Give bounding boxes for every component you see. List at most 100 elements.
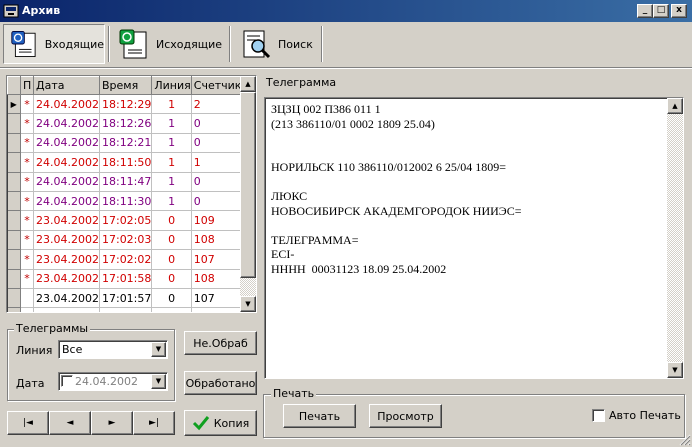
row-indicator[interactable]	[7, 230, 21, 251]
scroll-down-icon[interactable]: ▼	[240, 296, 256, 312]
column-header-counter[interactable]: Счетчик	[190, 76, 243, 95]
row-indicator[interactable]	[7, 210, 21, 231]
minimize-button[interactable]: _	[637, 4, 653, 18]
table-row[interactable]: * 23.04.2002 17:02:05 0 109	[7, 210, 243, 231]
column-header-line[interactable]: Линия	[151, 76, 192, 95]
scroll-thumb[interactable]	[240, 92, 256, 278]
nav-prev-button[interactable]: ◄	[49, 411, 91, 435]
date-cell: 24.04.2002	[33, 113, 100, 134]
nav-next-button[interactable]: ►	[91, 411, 133, 435]
nav-last-button[interactable]: ►|	[133, 411, 175, 435]
date-cell: 24.04.2002	[33, 172, 100, 192]
calendar-dropdown-icon[interactable]: ▼	[151, 374, 166, 389]
processed-button[interactable]: Обработано	[184, 371, 257, 395]
counter-cell: 0	[191, 113, 243, 134]
row-indicator[interactable]	[7, 113, 21, 134]
close-icon: x	[676, 5, 682, 15]
grid-vertical-scrollbar[interactable]: ▲ ▼	[240, 76, 256, 312]
nav-first-button[interactable]: |◄	[7, 411, 49, 435]
telegram-label: Телеграмма	[266, 76, 337, 89]
row-indicator[interactable]	[7, 133, 21, 154]
preview-button[interactable]: Просмотр	[369, 404, 442, 428]
archive-grid[interactable]: П Дата Время Линия Счетчик ▶ * 24.04.2002 1…	[6, 75, 257, 313]
table-row[interactable]: * 24.04.2002 18:11:50 1 1	[7, 152, 243, 173]
line-cell: 1	[151, 191, 192, 212]
size-grip-icon[interactable]	[678, 433, 691, 446]
time-cell: 18:11:30	[99, 191, 153, 212]
flag-cell: *	[20, 133, 34, 154]
row-indicator[interactable]	[7, 249, 21, 270]
table-row[interactable]: * 24.04.2002 18:12:26 1 0	[7, 113, 243, 134]
time-cell: 18:11:50	[99, 152, 153, 173]
date-picker[interactable]: 24.04.2002 ▼	[58, 372, 168, 391]
time-cell: 17:01:57	[99, 288, 153, 309]
column-header-date[interactable]: Дата	[33, 76, 100, 95]
date-cell: 23.04.2002	[33, 269, 100, 289]
row-indicator[interactable]	[7, 172, 21, 192]
row-indicator[interactable]	[7, 307, 21, 312]
outgoing-label: Исходящие	[156, 37, 223, 51]
print-button[interactable]: Печать	[283, 404, 356, 428]
close-button[interactable]: x	[671, 4, 687, 18]
flag-cell: *	[20, 172, 34, 192]
search-tab-button[interactable]: Поиск	[236, 24, 318, 64]
telegram-text: ЗЦЗЦ 002 П386 011 1 (213 386110/01 0002 …	[271, 102, 522, 276]
table-row[interactable]: * 23.04.2002 17:02:03 0 108	[7, 230, 243, 251]
counter-cell: 108	[191, 307, 243, 312]
table-row[interactable]: * 24.04.2002 18:11:47 1 0	[7, 172, 243, 192]
maximize-button[interactable]: □	[653, 4, 669, 18]
auto-print-checkbox[interactable]	[592, 409, 605, 422]
scroll-down-icon[interactable]: ▼	[667, 362, 683, 378]
flag-cell: *	[20, 94, 34, 115]
line-select[interactable]: Все ▼	[58, 340, 168, 359]
row-indicator[interactable]	[7, 288, 21, 309]
auto-print-label[interactable]: Авто Печать	[609, 409, 681, 422]
line-cell: 1	[151, 113, 192, 134]
incoming-label: Входящие	[44, 37, 104, 51]
indicator-header	[7, 76, 21, 95]
time-cell: 17:02:05	[99, 210, 153, 231]
line-label: Линия	[16, 344, 53, 357]
date-cell: 23.04.2002	[33, 288, 100, 309]
table-row[interactable]: * 23.04.2002 17:01:58 0 108	[7, 269, 243, 289]
unprocessed-button[interactable]: Не.Обраб	[184, 331, 257, 355]
table-row[interactable]: * 24.04.2002 18:11:30 1 0	[7, 191, 243, 212]
chevron-down-icon[interactable]: ▼	[151, 342, 166, 357]
outgoing-mail-icon	[119, 29, 147, 59]
column-header-time[interactable]: Время	[98, 76, 153, 95]
line-cell: 1	[151, 94, 192, 115]
current-row-indicator-icon[interactable]: ▶	[7, 94, 21, 115]
date-cell: 23.04.2002	[33, 210, 100, 231]
date-enable-checkbox[interactable]	[61, 375, 73, 387]
row-indicator[interactable]	[7, 152, 21, 173]
counter-cell: 0	[191, 133, 243, 154]
outgoing-tab-button[interactable]: Исходящие	[114, 24, 224, 64]
incoming-tab-button[interactable]: Входящие	[3, 24, 105, 64]
telegram-text-area[interactable]: ЗЦЗЦ 002 П386 011 1 (213 386110/01 0002 …	[264, 97, 684, 379]
flag-cell: *	[20, 113, 34, 134]
table-row[interactable]: ▶ * 24.04.2002 18:12:29 1 2	[7, 94, 243, 115]
flag-cell: *	[20, 152, 34, 173]
time-cell: 18:12:29	[99, 94, 153, 115]
time-cell: 17:02:02	[99, 249, 153, 270]
table-row[interactable]: * 24.04.2002 18:12:21 1 0	[7, 133, 243, 154]
date-picker-value: 24.04.2002	[75, 375, 138, 388]
copy-button[interactable]: Копия	[184, 410, 257, 436]
counter-cell: 0	[191, 191, 243, 212]
scroll-up-icon[interactable]: ▲	[667, 98, 683, 114]
scroll-up-icon[interactable]: ▲	[240, 76, 256, 92]
counter-cell: 107	[191, 249, 243, 270]
maximize-icon: □	[656, 5, 666, 15]
row-indicator[interactable]	[7, 269, 21, 289]
line-cell: 0	[151, 249, 192, 270]
date-cell: 24.04.2002	[33, 133, 100, 154]
column-header-flag[interactable]: П	[20, 76, 34, 95]
table-row[interactable]: * 23.04.2002 17:02:02 0 107	[7, 249, 243, 270]
counter-cell: 109	[191, 210, 243, 231]
time-cell: 17:01:58	[99, 269, 153, 289]
table-row[interactable]: 23.04.2002 17:01:57 0 107	[7, 288, 243, 309]
telegram-vertical-scrollbar[interactable]: ▲ ▼	[667, 98, 683, 378]
table-row[interactable]: 23.04.200217:00:260108	[7, 307, 243, 312]
print-button-label: Печать	[298, 409, 341, 423]
row-indicator[interactable]	[7, 191, 21, 212]
